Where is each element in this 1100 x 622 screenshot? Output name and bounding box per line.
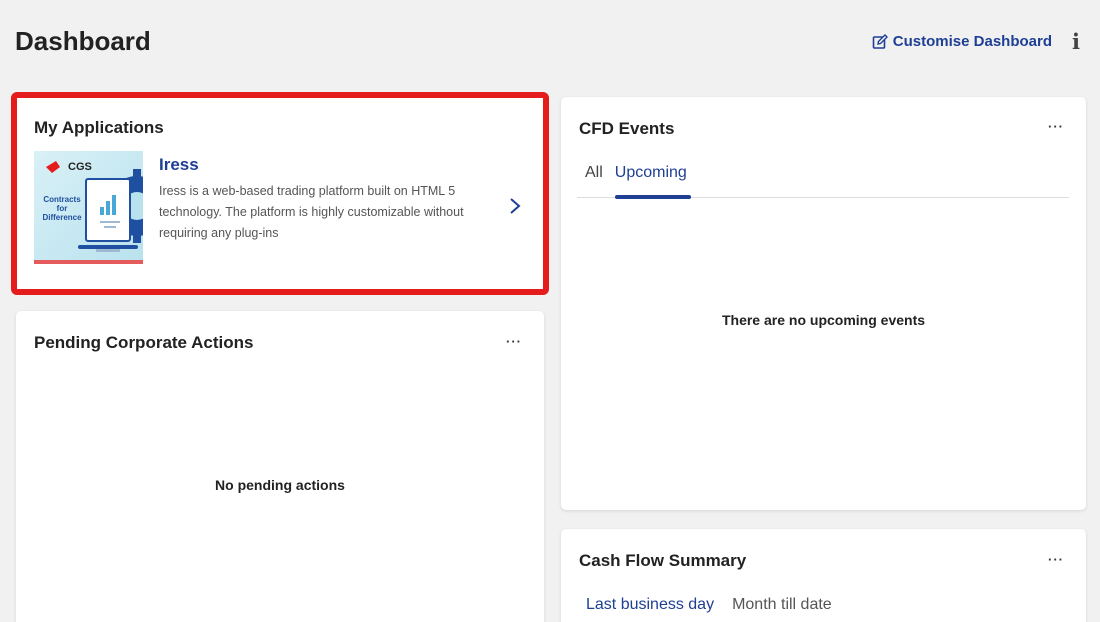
pending-corporate-actions-title: Pending Corporate Actions — [34, 333, 254, 352]
cfd-events-title: CFD Events — [579, 119, 675, 138]
more-horizontal-icon[interactable]: ··· — [506, 334, 522, 349]
cfd-events-tabs: All Upcoming — [577, 160, 1069, 199]
edit-icon — [872, 33, 888, 49]
more-horizontal-icon[interactable]: ··· — [1048, 552, 1064, 567]
my-applications-title: My Applications — [34, 118, 164, 137]
iress-app-link[interactable]: Iress — [159, 155, 199, 175]
cash-flow-summary-title: Cash Flow Summary — [579, 551, 747, 570]
cgs-logo-text: CGS — [68, 161, 92, 173]
cash-flow-summary-card: Cash Flow Summary ··· Last business day … — [561, 529, 1086, 622]
dashboard-header: Dashboard Customise Dashboard i — [0, 0, 1100, 86]
tab-last-business-day[interactable]: Last business day — [586, 596, 714, 614]
tab-month-till-date[interactable]: Month till date — [732, 596, 832, 614]
info-icon[interactable]: i — [1072, 29, 1080, 54]
cfd-caption: Contracts for Difference — [42, 195, 82, 222]
pending-corporate-actions-card: Pending Corporate Actions ··· No pending… — [16, 311, 544, 622]
tab-all[interactable]: All — [577, 160, 607, 198]
my-applications-card: My Applications CGS Contracts for Differ… — [16, 97, 544, 289]
cash-flow-tabs: Last business day Month till date — [586, 596, 832, 614]
customise-dashboard-button[interactable]: Customise Dashboard — [872, 33, 1052, 50]
cfd-events-card: CFD Events ··· All Upcoming There are no… — [561, 97, 1086, 510]
chevron-right-icon[interactable] — [508, 197, 522, 215]
tab-upcoming[interactable]: Upcoming — [607, 160, 691, 199]
page-title: Dashboard — [15, 26, 151, 56]
no-pending-actions-message: No pending actions — [215, 477, 345, 493]
iress-app-thumbnail[interactable]: CGS Contracts for Difference — [34, 151, 143, 264]
customise-dashboard-label: Customise Dashboard — [892, 33, 1052, 50]
no-upcoming-events-message: There are no upcoming events — [721, 312, 926, 328]
more-horizontal-icon[interactable]: ··· — [1048, 119, 1064, 134]
iress-app-description: Iress is a web-based trading platform bu… — [159, 184, 464, 240]
